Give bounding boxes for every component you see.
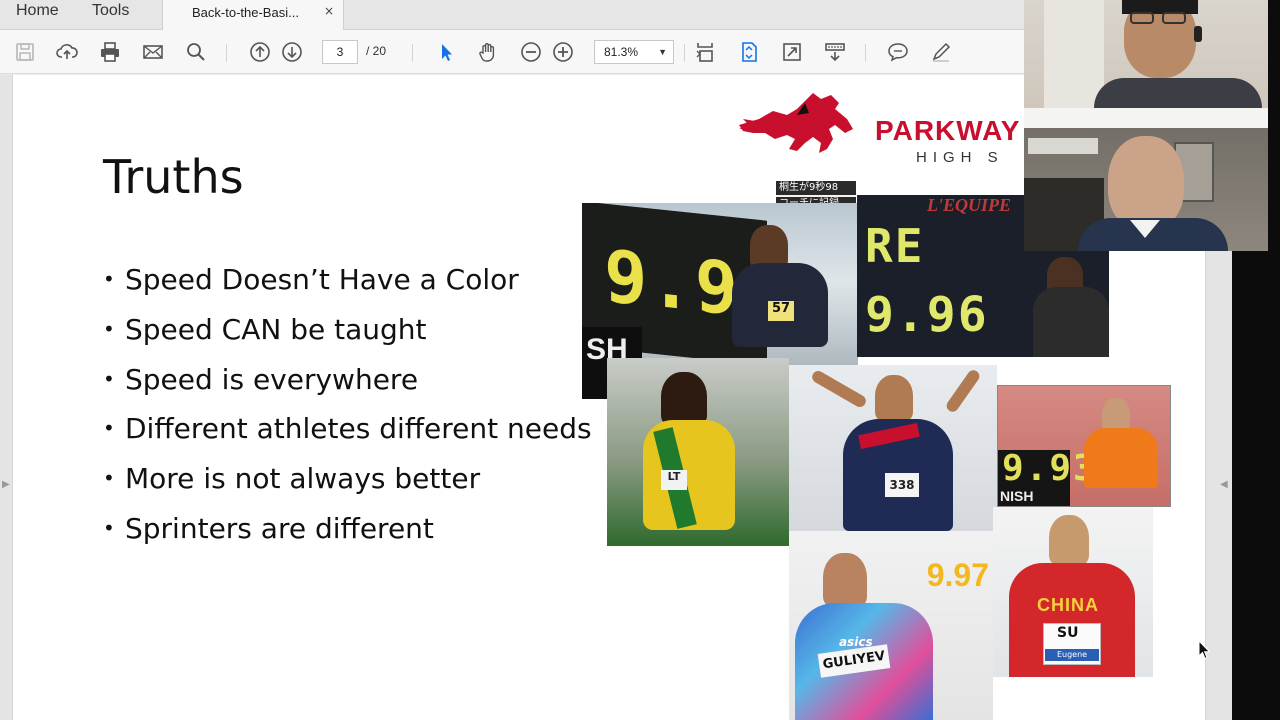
bullet-item: • Speed CAN be taught [103, 312, 427, 346]
slide-title: Truths [103, 150, 244, 204]
bullet-item: • Different athletes different needs [103, 412, 592, 446]
logo-text: PARKWAY [875, 115, 1021, 146]
school-logo: PARKWAY HIGH S [735, 89, 1045, 166]
photo-gemili: 338 [789, 365, 997, 531]
photo-guliyev: 9.97 asics GULIYEV [789, 531, 993, 720]
search-icon[interactable] [183, 39, 209, 65]
tools-tab[interactable]: Tools [92, 2, 129, 20]
webcam-participant-2 [1024, 108, 1268, 251]
select-cursor-icon[interactable] [433, 39, 459, 65]
photo-bolt: LT [607, 358, 789, 546]
next-page-icon[interactable] [279, 39, 305, 65]
bullet-item: • Sprinters are different [103, 511, 434, 545]
toolbar-separator [226, 44, 227, 62]
document-tab-title: Back-to-the-Basi... [192, 5, 299, 20]
page-number-input[interactable]: 3 [322, 40, 358, 64]
toolbar-separator [865, 44, 866, 62]
mustang-logo-icon [739, 93, 853, 153]
bullet-item: • Speed Doesn’t Have a Color [103, 263, 519, 296]
document-tab[interactable]: Back-to-the-Basi... × [162, 0, 344, 30]
webcam-participant-1 [1024, 0, 1268, 108]
hand-icon[interactable] [475, 39, 501, 65]
comment-icon[interactable] [885, 39, 911, 65]
zoom-value: 81.3% [604, 45, 639, 59]
full-screen-icon[interactable] [779, 39, 805, 65]
logo-subtext: HIGH S [916, 149, 1004, 166]
photo-nishi: 9.93 NISH [997, 385, 1171, 507]
home-tab[interactable]: Home [16, 2, 59, 20]
scroll-mode-icon[interactable] [692, 39, 718, 65]
email-icon[interactable] [140, 39, 166, 65]
chevron-down-icon: ▼ [658, 47, 667, 57]
close-tab-icon[interactable]: × [324, 4, 334, 18]
fit-page-icon[interactable] [736, 39, 762, 65]
bullet-item: • More is not always better [103, 462, 481, 496]
zoom-select[interactable]: 81.3% ▼ [594, 40, 674, 64]
photo-su: CHINA SU Eugene [993, 507, 1153, 677]
save-icon[interactable] [12, 39, 38, 65]
toolbar: 3 / 20 81.3% ▼ [0, 30, 1024, 74]
prev-page-icon[interactable] [247, 39, 273, 65]
toolbar-separator [412, 44, 413, 62]
print-icon[interactable] [97, 39, 123, 65]
bullet-list: • Speed Doesn’t Have a Color • Speed CAN b… [103, 258, 592, 557]
expand-left-pane-icon[interactable]: ▶ [2, 479, 10, 490]
read-mode-icon[interactable] [822, 39, 848, 65]
tab-bar: Home Tools Back-to-the-Basi... × [0, 0, 1024, 30]
upload-icon[interactable] [54, 39, 80, 65]
toolbar-separator [684, 44, 685, 62]
expand-right-pane-icon[interactable]: ◀ [1220, 479, 1228, 490]
bullet-item: • Speed is everywhere [103, 362, 419, 396]
sign-icon[interactable] [928, 39, 954, 65]
zoom-in-icon[interactable] [550, 39, 576, 65]
zoom-out-icon[interactable] [518, 39, 544, 65]
page-total: / 20 [366, 44, 387, 58]
mouse-cursor-icon [1198, 640, 1211, 660]
